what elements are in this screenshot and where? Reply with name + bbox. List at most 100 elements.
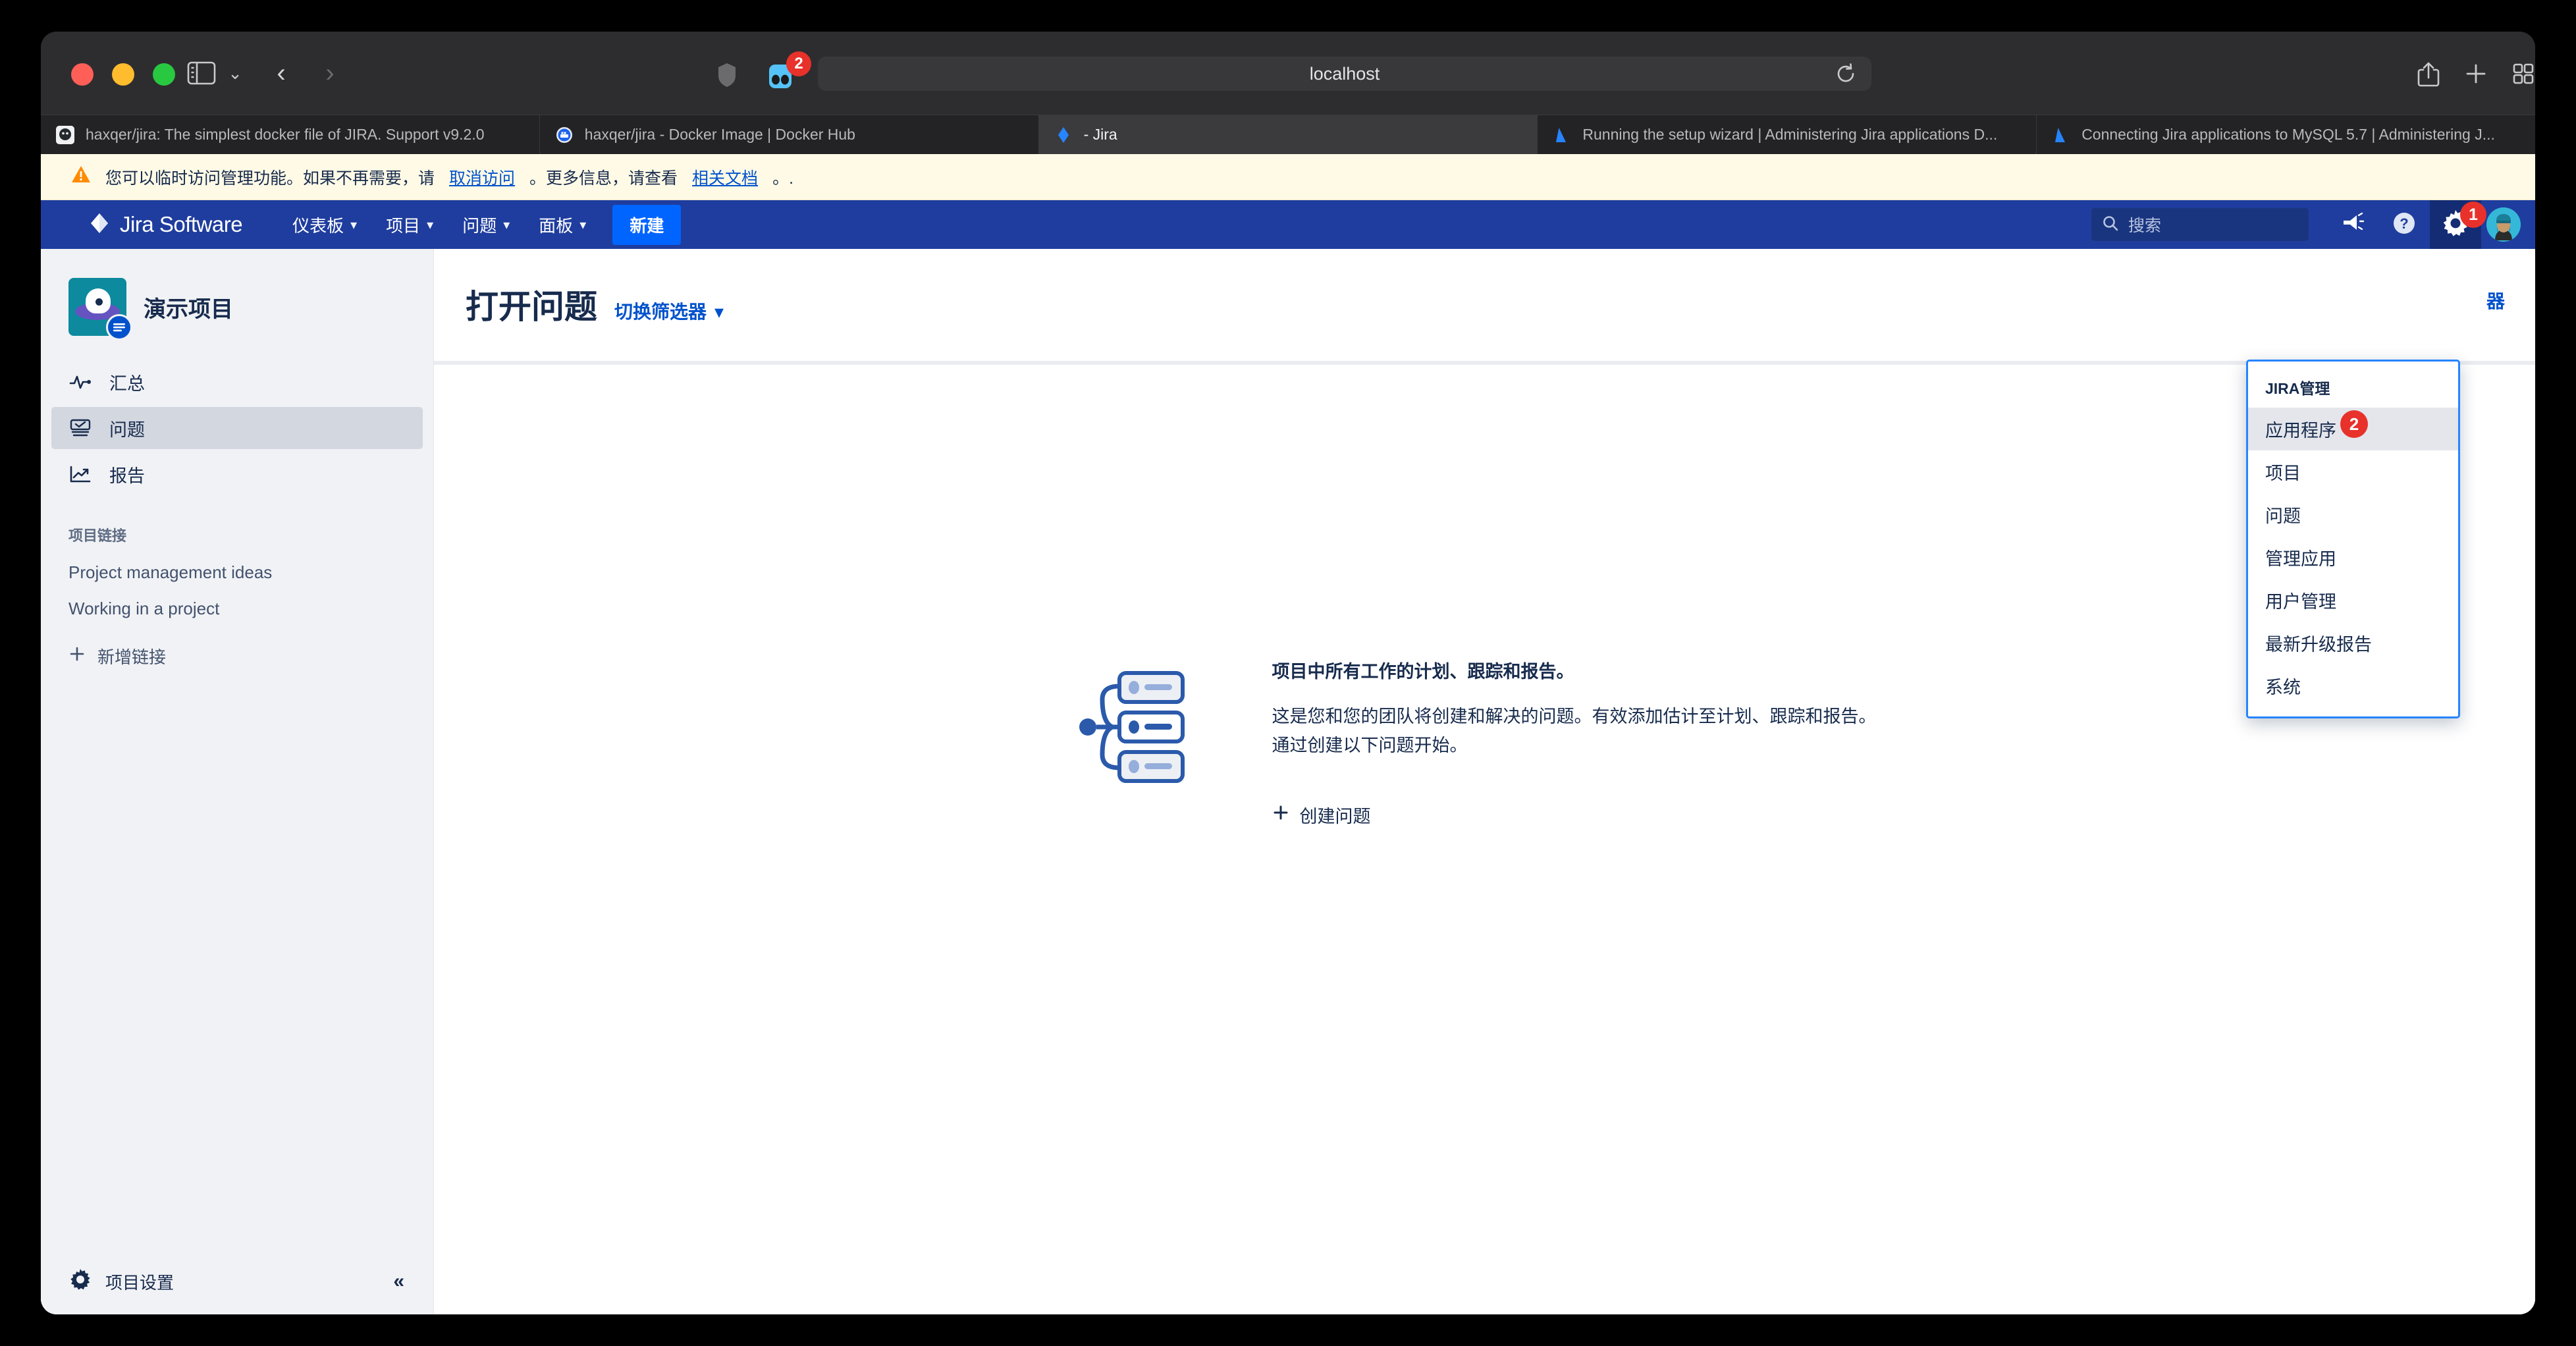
megaphone-icon [2341, 212, 2365, 238]
sidebar-nav: 汇总 问题 报告 [41, 361, 433, 495]
dropdown-item-label: 用户管理 [2265, 592, 2336, 612]
sidebar-section-title: 项目链接 [68, 527, 127, 544]
reports-icon [68, 462, 92, 486]
nav-label: 项目 [386, 215, 421, 236]
nav-item-issues[interactable]: 问题 ▾ [448, 200, 524, 249]
address-bar[interactable]: localhost [818, 57, 1871, 91]
chevron-down-icon: ▾ [350, 217, 358, 232]
tab-title: - Jira [1083, 126, 1117, 143]
dropdown-item-system[interactable]: 系统 [2248, 664, 2458, 707]
atlassian-icon [1552, 125, 1572, 145]
tab-title: haxqer/jira - Docker Image | Docker Hub [584, 126, 855, 143]
chevron-down-icon: ▾ [714, 302, 724, 322]
nav-item-dashboards[interactable]: 仪表板 ▾ [278, 200, 371, 249]
nav-item-boards[interactable]: 面板 ▾ [524, 200, 601, 249]
header-right-action[interactable]: 器 [2486, 287, 2505, 313]
forward-arrow-icon[interactable]: › [313, 57, 346, 90]
sidebar-toggle-icon[interactable] [184, 58, 219, 88]
share-icon[interactable] [2411, 57, 2446, 91]
dropdown-item-issues[interactable]: 问题 [2248, 493, 2458, 536]
tab-grid-icon[interactable] [2506, 57, 2535, 91]
browser-tab[interactable]: haxqer/jira - Docker Image | Docker Hub [539, 115, 1039, 154]
dropdown-item-label: 最新升级报告 [2265, 635, 2372, 655]
project-settings-label: 项目设置 [105, 1272, 174, 1293]
dropdown-item-applications[interactable]: 应用程序 2 [2248, 408, 2458, 450]
shield-icon[interactable] [714, 61, 740, 90]
browser-tab[interactable]: Running the setup wizard | Administering… [1538, 115, 2037, 154]
back-arrow-icon[interactable]: ‹ [265, 57, 298, 90]
project-name: 演示项目 [144, 296, 233, 322]
search-input[interactable]: 搜索 [2091, 208, 2309, 241]
minimize-window-button[interactable] [112, 63, 134, 86]
chevron-down-icon[interactable]: ⌄ [224, 61, 246, 86]
chevron-down-icon: ▾ [427, 217, 434, 232]
browser-tab[interactable]: haxqer/jira: The simplest docker file of… [41, 115, 540, 154]
sidebar-item-reports[interactable]: 报告 [51, 453, 423, 495]
add-link-label: 新增链接 [97, 647, 167, 667]
window-traffic-lights [71, 63, 175, 86]
browser-tab[interactable]: Connecting Jira applications to MySQL 5.… [2037, 115, 2535, 154]
main-content: 打开问题 切换筛选器 ▾ 器 项目中所有工作的计划、跟踪和报告。 这是您和您的团… [434, 249, 2535, 1314]
dropdown-title: JIRA管理 [2265, 380, 2330, 397]
sidebar-project-link[interactable]: Working in a project [51, 591, 423, 627]
jira-logo-text: Jira Software [120, 212, 243, 236]
jira-icon [1054, 125, 1073, 145]
project-avatar-icon [68, 278, 132, 340]
empty-state-copy: 项目中所有工作的计划、跟踪和报告。 这是您和您的团队将创建和解决的问题。有效添加… [1272, 657, 1891, 828]
warning-text-middle: 。更多信息，请查看 [529, 169, 678, 188]
reload-icon[interactable] [1835, 63, 1857, 85]
project-sidebar: 演示项目 汇总 问题 报告 项目链接 Project management id… [41, 249, 434, 1314]
help-button[interactable]: ? [2378, 200, 2430, 249]
dropdown-item-user-management[interactable]: 用户管理 [2248, 579, 2458, 622]
docs-link[interactable]: 相关文档 [692, 165, 758, 189]
create-button[interactable]: 新建 [612, 204, 682, 245]
sidebar-item-summary[interactable]: 汇总 [51, 361, 423, 403]
empty-state-title: 项目中所有工作的计划、跟踪和报告。 [1272, 662, 1574, 682]
project-settings-button[interactable]: 项目设置 [70, 1268, 174, 1295]
admin-access-warning-banner: 您可以临时访问管理功能。如果不再需要，请 取消访问 。更多信息，请查看 相关文档… [41, 154, 2535, 200]
jira-top-navigation: Jira Software 仪表板 ▾ 项目 ▾ 问题 ▾ 面板 ▾ 新建 搜索… [41, 200, 2535, 249]
tab-title: Running the setup wizard | Administering… [1582, 126, 1998, 143]
create-issue-button[interactable]: 创建问题 [1272, 802, 1891, 828]
empty-state-description: 这是您和您的团队将创建和解决的问题。有效添加估计至计划、跟踪和报告。通过创建以下… [1272, 707, 1877, 755]
dropdown-badge: 2 [2340, 410, 2368, 438]
admin-dropdown-menu: JIRA管理 应用程序 2 项目 问题 管理应用 用户管理 最新升级报告 系统 [2246, 360, 2460, 718]
project-header[interactable]: 演示项目 [41, 249, 433, 340]
dropdown-item-manage-apps[interactable]: 管理应用 [2248, 536, 2458, 579]
switch-filter-label: 切换筛选器 [614, 302, 707, 322]
close-window-button[interactable] [71, 63, 94, 86]
sidebar-item-issues[interactable]: 问题 [51, 407, 423, 449]
tab-strip: haxqer/jira: The simplest docker file of… [41, 115, 2535, 154]
github-icon [55, 125, 75, 145]
nav-label: 面板 [539, 215, 574, 236]
warning-text-after: 。. [772, 169, 794, 188]
tab-title: Connecting Jira applications to MySQL 5.… [2081, 126, 2495, 143]
settings-button[interactable]: 1 [2430, 200, 2486, 249]
empty-state: 项目中所有工作的计划、跟踪和报告。 这是您和您的团队将创建和解决的问题。有效添加… [434, 657, 2535, 828]
dropdown-item-label: 项目 [2265, 464, 2301, 483]
content-divider [434, 361, 2535, 365]
help-icon: ? [2392, 211, 2417, 239]
sidebar-project-link[interactable]: Project management ideas [51, 554, 423, 591]
pulse-icon [68, 370, 92, 394]
chevron-down-icon: ▾ [503, 217, 510, 232]
dropdown-item-projects[interactable]: 项目 [2248, 450, 2458, 493]
search-icon [2102, 215, 2119, 235]
nav-item-projects[interactable]: 项目 ▾ [371, 200, 448, 249]
dropdown-item-label: 问题 [2265, 506, 2301, 526]
issues-tree-illustration [1079, 657, 1237, 828]
cancel-access-link[interactable]: 取消访问 [449, 165, 515, 189]
dropdown-item-upgrade-report[interactable]: 最新升级报告 [2248, 622, 2458, 664]
add-link-button[interactable]: 新增链接 [51, 636, 423, 676]
announcements-button[interactable] [2327, 200, 2378, 249]
nav-label: 问题 [462, 215, 497, 236]
maximize-window-button[interactable] [153, 63, 175, 86]
browser-tab-active[interactable]: - Jira [1038, 115, 1538, 154]
page-title: 打开问题 [466, 288, 597, 325]
sidebar-item-label: 问题 [109, 419, 145, 440]
double-chevron-left-icon[interactable]: « [393, 1270, 404, 1293]
jira-logo[interactable]: Jira Software [41, 212, 278, 238]
user-avatar[interactable] [2486, 207, 2521, 242]
switch-filter-button[interactable]: 切换筛选器 ▾ [614, 298, 724, 324]
plus-icon[interactable] [2459, 57, 2493, 91]
